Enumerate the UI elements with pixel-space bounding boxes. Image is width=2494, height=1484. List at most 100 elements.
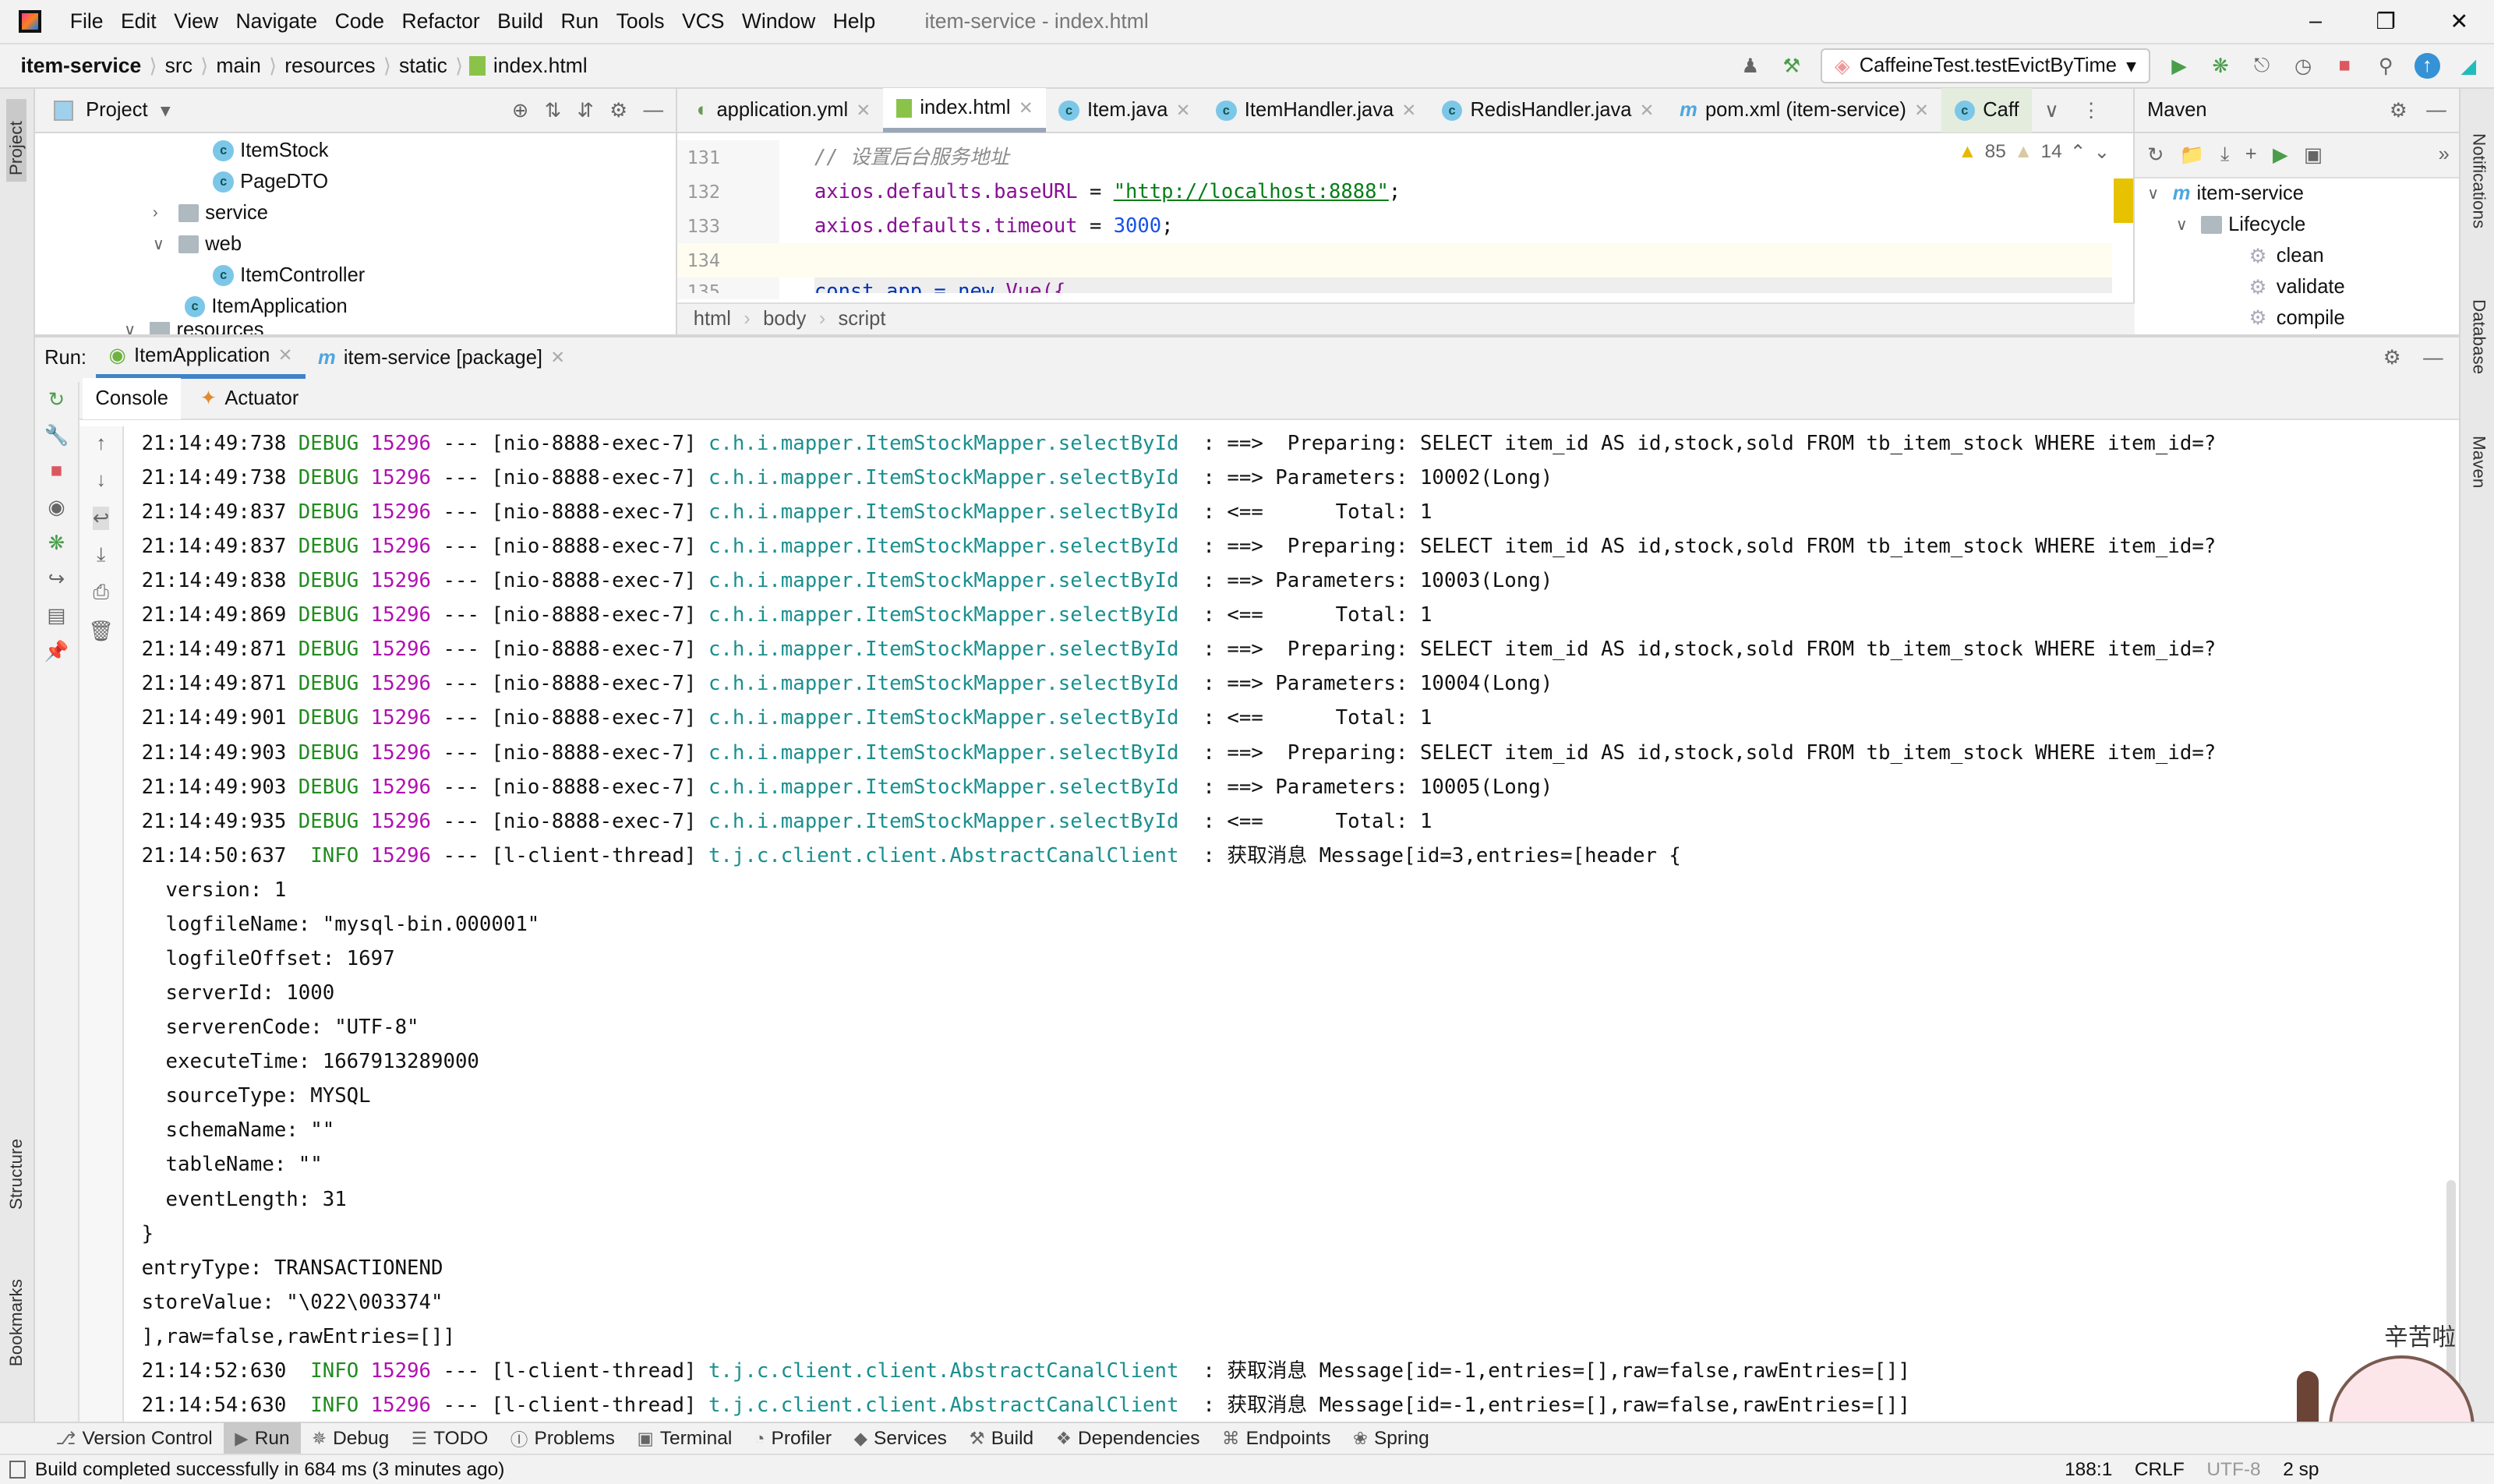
print-icon[interactable]: ⎙ <box>93 581 108 605</box>
chevron-right-icon[interactable]: › <box>153 204 171 222</box>
log-logger[interactable]: c.h.i.mapper.ItemStockMapper.selectById <box>708 432 1179 455</box>
layout-icon[interactable]: ▤ <box>47 604 65 627</box>
minimize-button[interactable]: – <box>2309 9 2322 34</box>
add-folder-icon[interactable]: 📁 <box>2180 143 2205 167</box>
menu-window[interactable]: Window <box>742 9 815 34</box>
hide-icon[interactable]: — <box>2426 99 2446 122</box>
close-tab-icon[interactable]: ✕ <box>1176 101 1191 121</box>
status-toggle-icon[interactable] <box>9 1461 26 1479</box>
subtab-console[interactable]: Console <box>83 377 182 419</box>
tool-tab-build[interactable]: ⚒ Build <box>958 1422 1044 1454</box>
menu-code[interactable]: Code <box>335 9 384 34</box>
tool-tab-run[interactable]: ▶ Run <box>224 1422 301 1455</box>
gear-icon[interactable]: ⚙ <box>2383 346 2401 369</box>
tool-tab-dependencies[interactable]: ❖ Dependencies <box>1044 1422 1210 1454</box>
tool-tab-terminal[interactable]: ▣ Terminal <box>626 1422 743 1454</box>
chevron-down-icon[interactable]: ▾ <box>161 99 171 122</box>
camera-icon[interactable]: ◉ <box>48 496 65 519</box>
log-logger[interactable]: c.h.i.mapper.ItemStockMapper.selectById <box>708 535 1179 558</box>
tree-item-service[interactable]: › service <box>35 197 676 228</box>
chevron-down-icon[interactable]: ∨ <box>153 235 171 254</box>
maven-tool-button[interactable]: Maven <box>2468 436 2489 488</box>
code-area[interactable]: // 设置后台服务地址 axios.defaults.baseURL = "ht… <box>779 140 2113 294</box>
breadcrumb-item[interactable]: item-service <box>12 54 149 78</box>
editor-breadcrumb-item[interactable]: script <box>839 308 886 330</box>
breadcrumb-item[interactable]: index.html <box>486 54 595 78</box>
tab-caff[interactable]: c Caff <box>1941 88 2032 133</box>
chevron-down-icon[interactable]: ∨ <box>2176 215 2195 235</box>
close-tab-icon[interactable]: ✕ <box>1914 101 1929 121</box>
code-with-me-icon[interactable]: ◢ <box>2456 55 2482 78</box>
run-icon[interactable]: ▶ <box>2273 143 2288 167</box>
scroll-to-end-icon[interactable]: ⤓ <box>97 544 105 567</box>
debug-icon[interactable]: ❋ <box>2208 55 2234 78</box>
log-logger[interactable]: c.h.i.mapper.ItemStockMapper.selectById <box>708 741 1179 765</box>
log-logger[interactable]: c.h.i.mapper.ItemStockMapper.selectById <box>708 706 1179 730</box>
log-logger[interactable]: t.j.c.client.client.AbstractCanalClient <box>708 1359 1179 1383</box>
close-tab-icon[interactable]: ✕ <box>550 348 565 368</box>
run-tab[interactable]: ◉ ItemApplication ✕ <box>96 337 306 379</box>
expand-all-icon[interactable]: ⇅ <box>545 99 561 122</box>
menu-file[interactable]: File <box>70 9 104 34</box>
collapse-all-icon[interactable]: ⇵ <box>577 99 593 122</box>
bookmarks-tool-button[interactable]: Bookmarks <box>6 1279 26 1366</box>
tab-application-yml[interactable]: ◐ application.yml ✕ <box>684 88 884 132</box>
coverage-icon[interactable]: ⎋ <box>2249 55 2275 78</box>
tool-tab-debug[interactable]: ✵ Debug <box>301 1422 401 1454</box>
execute-goal-icon[interactable]: ▣ <box>2304 143 2323 167</box>
console-output[interactable]: 21:14:49:738 DEBUG 15296 --- [nio-8888-e… <box>142 426 2448 1426</box>
tool-tab-profiler[interactable]: ◔ Profiler <box>744 1422 843 1454</box>
tab-item-java[interactable]: c Item.java ✕ <box>1046 88 1203 132</box>
more-icon[interactable]: » <box>2439 143 2459 166</box>
tab-itemhandler-java[interactable]: c ItemHandler.java ✕ <box>1203 88 1429 132</box>
menu-vcs[interactable]: VCS <box>682 9 725 34</box>
stop-icon[interactable]: ■ <box>2332 55 2358 77</box>
log-logger[interactable]: c.h.i.mapper.ItemStockMapper.selectById <box>708 672 1179 695</box>
structure-tool-button[interactable]: Structure <box>6 1139 26 1210</box>
tab-pom-xml-item-service-[interactable]: m pom.xml (item-service) ✕ <box>1667 88 1941 132</box>
menu-tools[interactable]: Tools <box>616 9 665 34</box>
breadcrumb-item[interactable]: main <box>208 54 269 78</box>
close-tab-icon[interactable]: ✕ <box>856 101 871 121</box>
run-config-selector[interactable]: ◈ CaffeineTest.testEvictByTime ▾ <box>1820 48 2151 84</box>
file-encoding[interactable]: UTF-8 <box>2206 1459 2260 1481</box>
gear-icon[interactable]: ⚙ <box>2390 99 2407 122</box>
editor-breadcrumb-item[interactable]: html <box>694 308 731 330</box>
tab-redishandler-java[interactable]: c RedisHandler.java ✕ <box>1429 88 1666 132</box>
notifications-tool-button[interactable]: Notifications <box>2468 133 2489 228</box>
tool-tab-problems[interactable]: Ⓘ Problems <box>500 1422 627 1454</box>
menu-build[interactable]: Build <box>497 9 543 34</box>
tool-tab-endpoints[interactable]: ⌘ Endpoints <box>1211 1422 1342 1454</box>
debug-icon[interactable]: ❋ <box>48 532 65 555</box>
build-hammer-icon[interactable]: ⚒ <box>1779 55 1804 78</box>
tool-tab-spring[interactable]: ❀ Spring <box>1342 1422 1440 1454</box>
caret-position[interactable]: 188:1 <box>2065 1459 2112 1481</box>
menu-view[interactable]: View <box>174 9 218 34</box>
tab-index-html[interactable]: index.html ✕ <box>883 88 1046 133</box>
reload-icon[interactable]: ↻ <box>2147 143 2164 167</box>
menu-edit[interactable]: Edit <box>121 9 157 34</box>
up-arrow-icon[interactable]: ↑ <box>96 433 106 455</box>
status-message[interactable]: Build completed successfully in 684 ms (… <box>35 1459 504 1481</box>
project-view-selector[interactable]: Project <box>86 99 147 122</box>
maven-item-clean[interactable]: ⚙ clean <box>2135 241 2459 272</box>
tool-tab-todo[interactable]: ☰ TODO <box>401 1422 500 1454</box>
project-tool-button[interactable]: Project <box>6 98 27 182</box>
menu-refactor[interactable]: Refactor <box>401 9 479 34</box>
breadcrumb-item[interactable]: static <box>391 54 455 78</box>
close-tab-icon[interactable]: ✕ <box>1401 101 1416 121</box>
locate-icon[interactable]: ⊕ <box>512 99 528 122</box>
more-options-icon[interactable]: ⋮ <box>2072 99 2111 122</box>
tool-tab-services[interactable]: ◆ Services <box>843 1422 958 1454</box>
stop-icon[interactable]: ■ <box>51 460 62 482</box>
download-icon[interactable]: ⤓ <box>2220 143 2229 167</box>
log-logger[interactable]: c.h.i.mapper.ItemStockMapper.selectById <box>708 500 1179 524</box>
soft-wrap-icon[interactable]: ↩ <box>92 506 110 530</box>
profile-icon[interactable]: ◷ <box>2291 55 2316 78</box>
subtab-actuator[interactable]: ✦ Actuator <box>187 378 311 419</box>
menu-help[interactable]: Help <box>833 9 876 34</box>
hide-icon[interactable]: — <box>2423 347 2443 369</box>
tab-list-chevron-icon[interactable]: ∨ <box>2032 99 2072 122</box>
chevron-down-icon[interactable]: ∨ <box>2147 184 2166 203</box>
trash-icon[interactable]: 🗑 <box>88 620 113 643</box>
